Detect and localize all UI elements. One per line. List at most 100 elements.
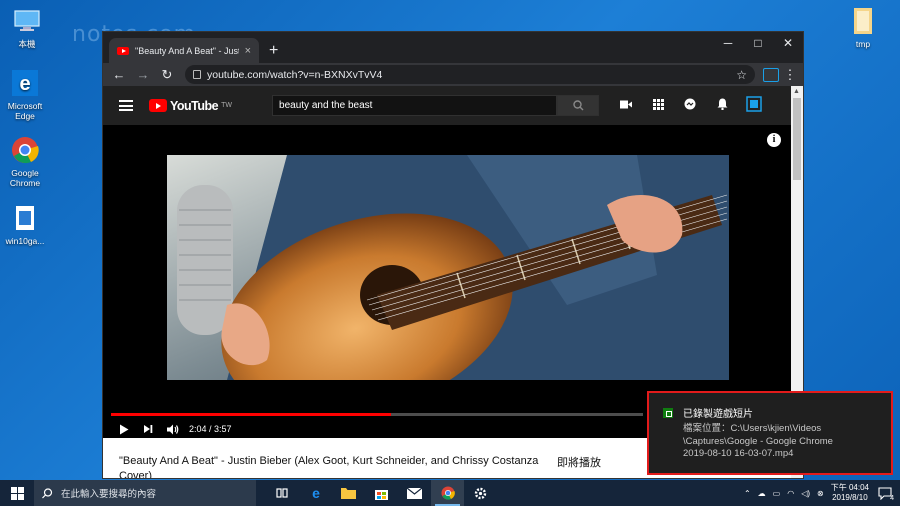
search-input[interactable]	[272, 95, 558, 116]
desktop-icon-edge[interactable]: e Microsoft Edge	[0, 68, 50, 121]
task-view-button[interactable]	[266, 480, 299, 506]
volume-icon[interactable]: ◁)	[801, 489, 810, 498]
desktop-icon-label: Google Chrome	[9, 168, 41, 188]
search-button[interactable]	[557, 95, 600, 116]
document-icon	[10, 203, 40, 233]
desktop-icon-file[interactable]: win10ga...	[0, 203, 50, 246]
youtube-favicon-icon	[117, 46, 129, 55]
bookmark-star-icon[interactable]: ☆	[736, 68, 747, 82]
xbox-game-bar-icon	[663, 408, 673, 418]
account-avatar[interactable]	[745, 96, 763, 115]
video-title: "Beauty And A Beat" - Justin Bieber (Ale…	[119, 455, 539, 479]
system-tray: ⌃ ☁ ▭ ◠ ◁) ⊗ 下午 04:04 2019/8/10 4	[744, 483, 900, 503]
mail-icon	[407, 487, 422, 499]
volume-icon[interactable]	[165, 422, 179, 436]
start-button[interactable]	[0, 480, 34, 506]
taskbar-settings[interactable]	[464, 480, 497, 506]
notification-line: \Captures\Google - Google Chrome	[683, 435, 833, 447]
scroll-up-icon[interactable]: ▲	[793, 88, 800, 95]
show-hidden-icons-chevron-icon[interactable]: ⌃	[744, 489, 751, 498]
folder-icon	[341, 488, 356, 499]
apps-grid-icon[interactable]	[649, 98, 667, 113]
taskbar-apps: e	[266, 480, 497, 506]
taskbar-mail[interactable]	[398, 480, 431, 506]
taskbar-edge[interactable]: e	[299, 480, 332, 506]
input-method-icon[interactable]: ⊗	[817, 489, 824, 498]
taskbar-chrome[interactable]	[431, 480, 464, 506]
desktop-icon-label: Microsoft Edge	[7, 101, 43, 121]
edge-icon: e	[10, 68, 40, 98]
search-bar	[272, 95, 600, 116]
system-clock[interactable]: 下午 04:04 2019/8/10	[831, 483, 869, 503]
reload-icon[interactable]: ↻	[157, 67, 177, 83]
close-button[interactable]: ✕	[773, 32, 803, 54]
chrome-icon	[10, 135, 40, 165]
browser-toolbar: ← → ↻ youtube.com/watch?v=n-BXNXvTvV4 ☆ …	[103, 63, 803, 86]
minimize-button[interactable]: ─	[713, 32, 743, 54]
task-view-icon	[276, 488, 288, 498]
forward-arrow-icon[interactable]: →	[133, 67, 153, 82]
hamburger-menu-icon[interactable]	[119, 100, 133, 111]
notification-line: 2019-08-10 16-03-07.mp4	[683, 448, 794, 459]
back-arrow-icon[interactable]: ←	[109, 67, 129, 82]
network-icon[interactable]: ◠	[787, 489, 794, 498]
create-video-icon[interactable]	[617, 100, 635, 112]
tab-title: "Beauty And A Beat" - Justin Bi	[135, 45, 239, 56]
battery-icon[interactable]: ▭	[773, 489, 781, 498]
svg-text:e: e	[19, 73, 30, 95]
youtube-logo[interactable]: YouTube TW	[149, 99, 232, 113]
time-display: 2:04 / 3:57	[189, 424, 232, 434]
desktop-icon-label: tmp	[855, 39, 871, 49]
taskbar-search-placeholder: 在此輸入要搜尋的內容	[61, 489, 157, 500]
player-controls: 2:04 / 3:57	[117, 422, 232, 436]
address-bar[interactable]: youtube.com/watch?v=n-BXNXvTvV4 ☆	[185, 65, 755, 84]
desktop-icon-label: 本機	[18, 39, 36, 49]
taskbar-file-explorer[interactable]	[332, 480, 365, 506]
info-icon[interactable]: i	[767, 133, 781, 147]
scrollbar-thumb[interactable]	[793, 98, 801, 180]
search-icon	[42, 487, 53, 498]
browser-tab[interactable]: "Beauty And A Beat" - Justin Bi ×	[109, 38, 259, 63]
windows-logo-icon	[10, 486, 24, 500]
region-code: TW	[221, 102, 233, 109]
desktop-icon-chrome[interactable]: Google Chrome	[0, 135, 50, 188]
up-next-label: 即將播放	[557, 457, 601, 469]
desktop-icon-label: win10ga...	[5, 236, 45, 246]
extension-icon[interactable]	[763, 67, 779, 82]
youtube-header: YouTube TW	[103, 86, 793, 125]
notification-title: 已錄製遊戲短片	[683, 409, 753, 420]
taskbar-store[interactable]	[365, 480, 398, 506]
clock-time: 下午 04:04	[830, 483, 869, 492]
menu-dots-icon[interactable]: ⋮	[783, 67, 797, 83]
desktop-icon-tmp[interactable]: tmp	[838, 6, 888, 49]
maximize-button[interactable]: □	[743, 32, 773, 54]
messages-icon[interactable]	[681, 98, 699, 113]
computer-icon	[12, 6, 42, 36]
desktop-icon-this-pc[interactable]: 本機	[2, 6, 52, 49]
header-icons	[617, 96, 763, 115]
chrome-icon	[441, 486, 455, 500]
notification-line: 檔案位置：C:\Users\kjien\Videos	[683, 423, 822, 434]
notification-body: 檔案位置：C:\Users\kjien\Videos \Captures\Goo…	[683, 423, 833, 461]
new-tab-button[interactable]: +	[269, 38, 278, 63]
onedrive-cloud-icon[interactable]: ☁	[758, 489, 766, 498]
tab-close-icon[interactable]: ×	[245, 45, 251, 57]
title-bar: "Beauty And A Beat" - Justin Bi × + ─ □ …	[103, 32, 803, 63]
video-frame[interactable]	[167, 155, 729, 380]
gear-icon	[474, 487, 487, 499]
action-center-button[interactable]: 4	[876, 484, 894, 502]
url-text: youtube.com/watch?v=n-BXNXvTvV4	[207, 68, 383, 81]
taskbar: 在此輸入要搜尋的內容 e ⌃ ☁ ▭ ◠ ◁) ⊗ 下午 04:04 2019/…	[0, 480, 900, 506]
search-icon	[572, 100, 584, 111]
svg-text:e: e	[312, 486, 320, 500]
window-controls: ─ □ ✕	[713, 32, 803, 54]
next-icon[interactable]	[141, 422, 155, 436]
taskbar-search-box[interactable]: 在此輸入要搜尋的內容	[34, 480, 256, 506]
notifications-bell-icon[interactable]	[713, 98, 731, 113]
play-icon[interactable]	[117, 422, 131, 436]
progress-bar[interactable]	[111, 413, 643, 416]
file-icon	[848, 6, 878, 36]
clock-date: 2019/8/10	[832, 493, 868, 502]
game-clip-notification[interactable]: 已錄製遊戲短片 檔案位置：C:\Users\kjien\Videos \Capt…	[647, 391, 893, 475]
progress-fill	[111, 413, 392, 416]
